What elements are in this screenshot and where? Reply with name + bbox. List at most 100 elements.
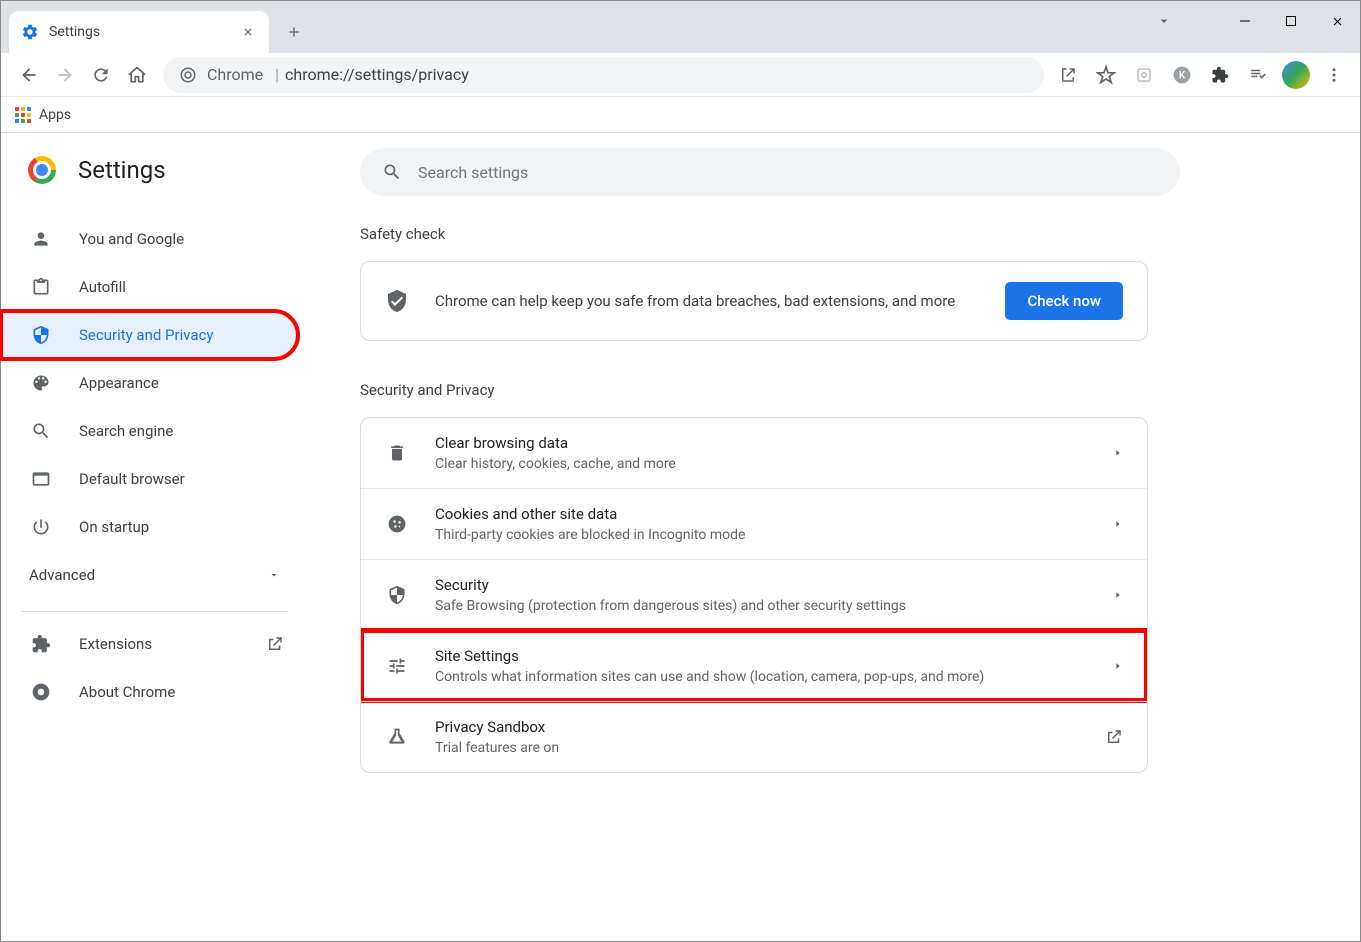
- browser-icon: [29, 469, 53, 489]
- url-separator: |: [275, 65, 279, 84]
- forward-button[interactable]: [47, 57, 83, 93]
- extensions-icon[interactable]: [1204, 59, 1236, 91]
- sidebar-item-appearance[interactable]: Appearance: [1, 359, 308, 407]
- close-icon[interactable]: [239, 23, 257, 41]
- cookie-icon: [385, 514, 409, 534]
- external-link-icon: [266, 635, 284, 653]
- shield-icon: [385, 585, 409, 605]
- tab-search-button[interactable]: [1156, 13, 1172, 29]
- security-privacy-heading: Security and Privacy: [360, 381, 1148, 399]
- maximize-button[interactable]: [1268, 1, 1314, 41]
- chrome-menu-icon[interactable]: [1318, 59, 1350, 91]
- minimize-button[interactable]: [1222, 1, 1268, 41]
- profile-avatar[interactable]: [1280, 59, 1312, 91]
- close-window-button[interactable]: [1314, 1, 1360, 41]
- about-label: About Chrome: [79, 683, 175, 701]
- safety-check-heading: Safety check: [360, 225, 1148, 243]
- trash-icon: [385, 443, 409, 463]
- search-icon: [382, 162, 402, 182]
- row-title: Cookies and other site data: [435, 505, 1113, 523]
- safety-check-card: Chrome can help keep you safe from data …: [360, 261, 1148, 341]
- svg-text:K: K: [1179, 70, 1186, 81]
- row-subtitle: Clear history, cookies, cache, and more: [435, 456, 1113, 472]
- security-privacy-card: Clear browsing data Clear history, cooki…: [360, 417, 1148, 773]
- sidebar-item-you-and-google[interactable]: You and Google: [1, 215, 308, 263]
- extensions-label: Extensions: [79, 635, 266, 653]
- row-title: Clear browsing data: [435, 434, 1113, 452]
- reading-list-icon[interactable]: [1242, 59, 1274, 91]
- check-now-button[interactable]: Check now: [1005, 282, 1123, 320]
- reload-button[interactable]: [83, 57, 119, 93]
- row-privacy-sandbox[interactable]: Privacy Sandbox Trial features are on: [361, 701, 1147, 772]
- sidebar-item-on-startup[interactable]: On startup: [1, 503, 308, 551]
- sidebar-item-label: Autofill: [79, 278, 126, 296]
- page-title: Settings: [78, 156, 166, 184]
- extension-icon-1[interactable]: [1128, 59, 1160, 91]
- chevron-right-icon: [1113, 519, 1123, 529]
- chevron-right-icon: [1113, 590, 1123, 600]
- apps-grid-icon: [15, 107, 31, 123]
- search-icon: [29, 421, 53, 441]
- row-subtitle: Safe Browsing (protection from dangerous…: [435, 598, 1113, 614]
- settings-sidebar: Settings You and Google Autofill Securit…: [1, 133, 308, 941]
- search-settings-box[interactable]: [360, 148, 1180, 196]
- sidebar-item-about-chrome[interactable]: About Chrome: [1, 668, 308, 716]
- sidebar-item-autofill[interactable]: Autofill: [1, 263, 308, 311]
- browser-toolbar: Chrome | chrome://settings/privacy K: [1, 53, 1360, 97]
- shield-check-icon: [385, 289, 409, 313]
- row-title: Security: [435, 576, 1113, 594]
- row-subtitle: Trial features are on: [435, 740, 1105, 756]
- home-button[interactable]: [119, 57, 155, 93]
- person-icon: [29, 229, 53, 249]
- sidebar-item-label: Security and Privacy: [79, 326, 214, 344]
- url-origin-prefix: Chrome: [207, 65, 263, 84]
- row-site-settings[interactable]: Site Settings Controls what information …: [361, 630, 1147, 701]
- sidebar-item-search-engine[interactable]: Search engine: [1, 407, 308, 455]
- window-controls: [1222, 1, 1360, 41]
- apps-label: Apps: [39, 107, 71, 123]
- site-info-icon[interactable]: [179, 66, 197, 84]
- clipboard-icon: [29, 277, 53, 297]
- browser-tab[interactable]: Settings: [9, 11, 269, 53]
- gear-icon: [21, 23, 39, 41]
- flask-icon: [385, 727, 409, 747]
- chrome-logo-icon: [28, 156, 56, 184]
- sidebar-item-default-browser[interactable]: Default browser: [1, 455, 308, 503]
- sidebar-item-label: Appearance: [79, 374, 159, 392]
- bookmark-star-icon[interactable]: [1090, 59, 1122, 91]
- sidebar-item-extensions[interactable]: Extensions: [1, 620, 308, 668]
- palette-icon: [29, 373, 53, 393]
- sidebar-item-label: Default browser: [79, 470, 185, 488]
- extension-icon-2[interactable]: K: [1166, 59, 1198, 91]
- sidebar-divider: [21, 611, 288, 612]
- settings-main-content: Safety check Chrome can help keep you sa…: [308, 133, 1188, 941]
- chevron-right-icon: [1113, 661, 1123, 671]
- external-link-icon: [1105, 728, 1123, 746]
- back-button[interactable]: [11, 57, 47, 93]
- chevron-right-icon: [1113, 448, 1123, 458]
- row-clear-browsing-data[interactable]: Clear browsing data Clear history, cooki…: [361, 418, 1147, 488]
- sidebar-item-label: Search engine: [79, 422, 173, 440]
- row-subtitle: Third-party cookies are blocked in Incog…: [435, 527, 1113, 543]
- safety-check-text: Chrome can help keep you safe from data …: [435, 292, 1005, 310]
- address-bar[interactable]: Chrome | chrome://settings/privacy: [163, 57, 1044, 93]
- sidebar-item-security-privacy[interactable]: Security and Privacy: [1, 311, 298, 359]
- power-icon: [29, 517, 53, 537]
- apps-shortcut[interactable]: Apps: [15, 107, 71, 123]
- chevron-down-icon: [268, 569, 280, 581]
- bookmarks-bar: Apps: [1, 97, 1360, 133]
- new-tab-button[interactable]: [279, 17, 309, 47]
- row-cookies[interactable]: Cookies and other site data Third-party …: [361, 488, 1147, 559]
- tab-title: Settings: [49, 24, 239, 40]
- row-security[interactable]: Security Safe Browsing (protection from …: [361, 559, 1147, 630]
- window-titlebar: Settings: [1, 1, 1360, 53]
- sidebar-advanced-toggle[interactable]: Advanced: [1, 551, 308, 599]
- row-subtitle: Controls what information sites can use …: [435, 669, 1113, 685]
- share-icon[interactable]: [1052, 59, 1084, 91]
- sliders-icon: [385, 656, 409, 676]
- search-settings-input[interactable]: [418, 163, 1158, 182]
- row-title: Site Settings: [435, 647, 1113, 665]
- advanced-label: Advanced: [29, 566, 95, 584]
- sidebar-item-label: You and Google: [79, 230, 184, 248]
- url-text: chrome://settings/privacy: [285, 65, 469, 84]
